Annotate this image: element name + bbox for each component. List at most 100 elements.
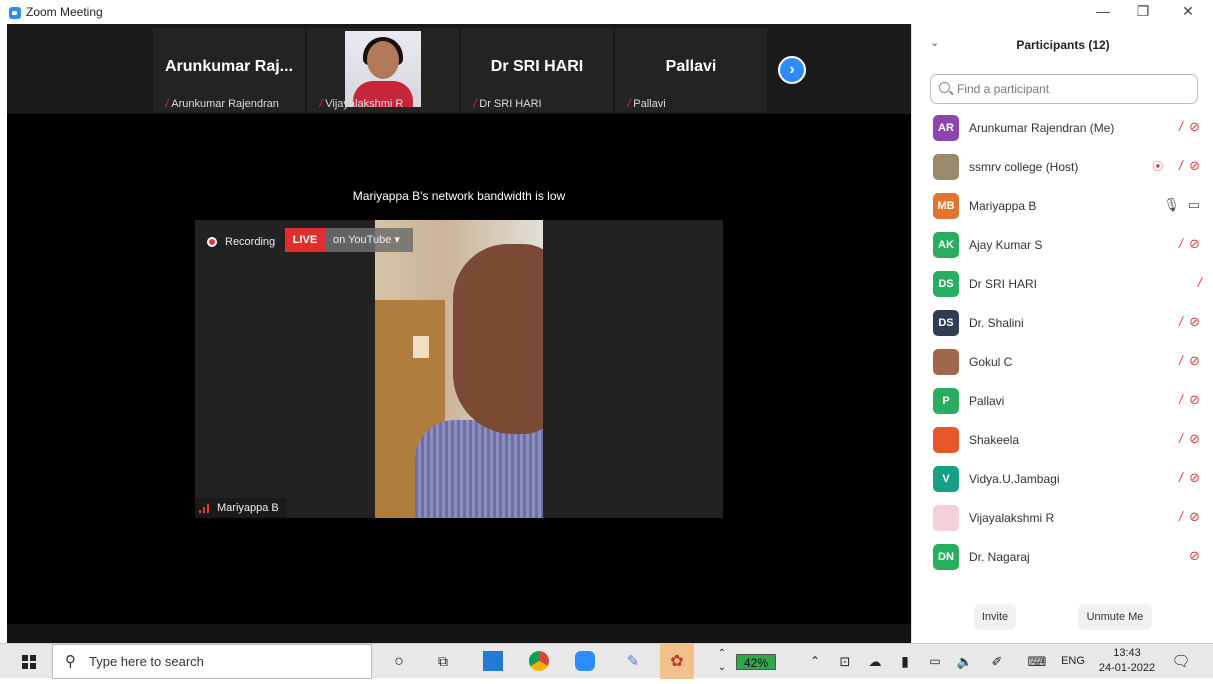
tile-label: 🎙̸ Dr SRI HARI	[467, 98, 542, 110]
battery-icon[interactable]: ▭	[926, 644, 944, 679]
participant-status-icons: 🎙̸	[1190, 275, 1200, 290]
video-tile[interactable]: Arunkumar Raj... 🎙̸ Arunkumar Rajendran	[153, 28, 305, 112]
restore-button[interactable]: ❐	[1128, 3, 1158, 20]
video-off-icon: ⊘	[1189, 392, 1200, 407]
participant-name: Dr SRI HARI	[969, 277, 1038, 291]
taskbar-search-box[interactable]: ⚲ Type here to search	[52, 644, 372, 679]
clock-time: 13:43	[1113, 647, 1141, 659]
mic-muted-icon: 🎙̸	[1171, 470, 1182, 485]
participant-name: Pallavi	[969, 394, 1005, 408]
mic-muted-icon: 🎙̸	[313, 98, 322, 110]
participant-search-input[interactable]: Find a participant	[930, 74, 1198, 104]
participant-row[interactable]: DS Dr SRI HARI 🎙̸	[912, 267, 1213, 306]
participant-row[interactable]: Shakeela 🎙̸ ⊘	[912, 423, 1213, 462]
participant-row[interactable]: Vijayalakshmi R 🎙̸ ⊘	[912, 501, 1213, 540]
tile-label: 🎙̸ Arunkumar Rajendran	[159, 98, 279, 110]
avatar	[933, 349, 959, 375]
participant-status-icons: 🎙̸ ⊘	[1171, 509, 1200, 525]
participant-status-icons: 🎙̸ ⊘	[1171, 119, 1200, 135]
zoom-taskbar-icon[interactable]	[572, 644, 598, 679]
paint-icon[interactable]: ✎	[620, 644, 646, 679]
mic-muted-icon: 🎙̸	[159, 98, 168, 110]
participant-row[interactable]: AK Ajay Kumar S 🎙̸ ⊘	[912, 228, 1213, 267]
mic-muted-icon: 🎙̸	[1171, 392, 1182, 407]
tile-label: 🎙̸ Vijayalakshmi R	[313, 98, 403, 110]
close-button[interactable]: ✕	[1173, 3, 1203, 20]
tile-label: 🎙̸ Pallavi	[621, 98, 666, 110]
recording-indicator[interactable]: Recording	[207, 230, 275, 254]
participant-row[interactable]: MB Mariyappa B 🎙 ▭	[912, 189, 1213, 228]
title-bar: Zoom Meeting — ❐ ✕	[0, 0, 1213, 24]
window-title: Zoom Meeting	[26, 5, 103, 19]
participant-row[interactable]: V Vidya.U.Jambagi 🎙̸ ⊘	[912, 462, 1213, 501]
avatar: MB	[933, 193, 959, 219]
participant-status-icons: 🎙 ▭	[1163, 197, 1200, 213]
minimize-button[interactable]: —	[1088, 3, 1118, 19]
cortana-icon[interactable]: ○	[386, 644, 412, 679]
search-icon	[939, 82, 950, 93]
show-hidden-icons-icon[interactable]: ⌃	[806, 644, 824, 679]
search-placeholder: Find a participant	[957, 82, 1050, 96]
volume-icon[interactable]: 🔈	[954, 644, 976, 679]
notifications-icon[interactable]: 🗨	[1168, 644, 1194, 679]
invite-button[interactable]: Invite	[974, 604, 1016, 630]
avatar: V	[933, 466, 959, 492]
participant-row[interactable]: ssmrv college (Host) ⦿ 🎙̸ ⊘	[912, 150, 1213, 189]
pen-icon[interactable]: ✐	[988, 644, 1006, 679]
keyboard-icon[interactable]: ⌨	[1024, 644, 1050, 679]
video-off-icon: ⊘	[1189, 353, 1200, 368]
onedrive-icon[interactable]: ☁	[866, 644, 884, 679]
video-off-icon: ⊘	[1189, 509, 1200, 524]
battery-flyout-chevron-icon[interactable]: ⌃ ⌄	[714, 644, 730, 679]
windows-taskbar: ⚲ Type here to search ○ ⧉ ✎ ✿ ⌃ ⌄ 42% ⌃ ⊡…	[0, 643, 1213, 679]
language-indicator[interactable]: ENG	[1058, 644, 1088, 679]
app-taskbar-icon[interactable]: ✿	[660, 644, 694, 679]
video-off-icon: ⊘	[1189, 158, 1200, 173]
video-tile[interactable]: Dr SRI HARI 🎙̸ Dr SRI HARI	[461, 28, 613, 112]
live-badge: LIVE	[285, 228, 325, 252]
system-clock[interactable]: 13:43 24-01-2022	[1094, 646, 1160, 676]
avatar	[933, 154, 959, 180]
participant-status-icons: 🎙̸ ⊘	[1171, 314, 1200, 330]
recording-dot-icon	[207, 237, 217, 247]
participant-name: Dr. Shalini	[969, 316, 1024, 330]
video-tile[interactable]: Pallavi 🎙̸ Pallavi	[615, 28, 767, 112]
microphone-icon: 🎙	[1163, 197, 1180, 212]
mic-muted-icon: 🎙̸	[1171, 236, 1182, 251]
participant-row[interactable]: Gokul C 🎙̸ ⊘	[912, 345, 1213, 384]
participant-row[interactable]: AR Arunkumar Rajendran (Me) 🎙̸ ⊘	[912, 111, 1213, 150]
thumbnail-strip: Arunkumar Raj... 🎙̸ Arunkumar Rajendran 🎙…	[7, 24, 911, 114]
mic-muted-icon: 🎙̸	[1171, 431, 1182, 446]
participant-status-icons: 🎙̸ ⊘	[1171, 470, 1200, 486]
video-camera-icon: ▭	[1187, 197, 1200, 212]
meet-now-icon[interactable]: ⊡	[836, 644, 854, 679]
participant-name: Mariyappa B	[969, 199, 1037, 213]
participant-row[interactable]: DN Dr. Nagaraj ⊘	[912, 540, 1213, 579]
active-speaker-video: Recording LIVE on YouTube ▾ Mariyappa B	[195, 220, 723, 518]
participant-row[interactable]: DS Dr. Shalini 🎙̸ ⊘	[912, 306, 1213, 345]
video-off-icon: ⊘	[1189, 548, 1200, 563]
avatar: AK	[933, 232, 959, 258]
recording-icon: ⦿	[1152, 161, 1164, 173]
live-stream-dropdown[interactable]: on YouTube ▾	[325, 228, 413, 252]
participant-status-icons: ⦿ 🎙̸ ⊘	[1152, 158, 1200, 174]
next-page-button[interactable]: ›	[778, 56, 806, 84]
tile-label-text: Dr SRI HARI	[479, 98, 542, 110]
windows-start-icon[interactable]	[22, 655, 36, 669]
tile-display-name: Pallavi	[665, 58, 717, 75]
avatar: DN	[933, 544, 959, 570]
participant-name: Shakeela	[969, 433, 1020, 447]
participants-panel: ⌄ Participants (12) Find a participant A…	[911, 24, 1213, 643]
chrome-icon[interactable]	[526, 644, 552, 679]
participant-name: ssmrv college (Host)	[969, 160, 1079, 174]
unmute-me-button[interactable]: Unmute Me	[1078, 604, 1152, 630]
zoom-logo-icon	[9, 7, 21, 19]
microphone-icon[interactable]: ▮	[896, 644, 914, 679]
participant-status-icons: ⊘	[1189, 548, 1200, 564]
video-tile[interactable]: 🎙̸ Vijayalakshmi R	[307, 28, 459, 112]
taskbar-search-placeholder: Type here to search	[89, 654, 204, 669]
participant-row[interactable]: P Pallavi 🎙̸ ⊘	[912, 384, 1213, 423]
search-icon: ⚲	[65, 653, 76, 670]
task-view-icon[interactable]: ⧉	[430, 644, 456, 679]
store-icon[interactable]	[480, 644, 506, 679]
